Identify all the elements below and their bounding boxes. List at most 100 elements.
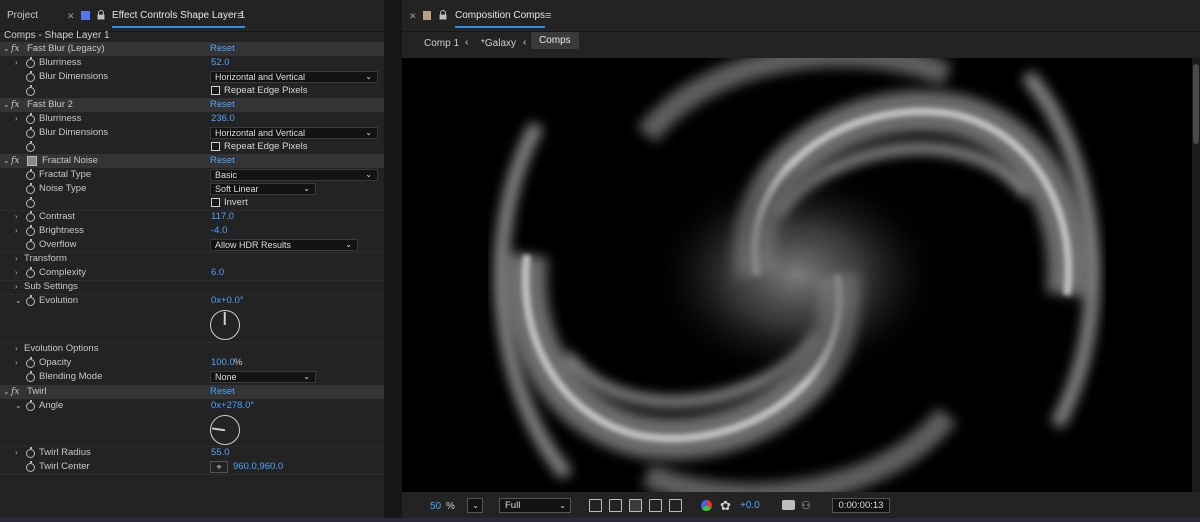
chevron-down-icon[interactable]: ⌄ — [15, 399, 22, 413]
contrast-value[interactable]: 117.0 — [211, 210, 234, 224]
blur-dimensions-select[interactable]: Horizontal and Vertical ⌄ — [210, 127, 378, 139]
lock-icon[interactable] — [439, 10, 447, 20]
lock-icon[interactable] — [97, 10, 105, 20]
chevron-right-icon[interactable]: › — [15, 112, 18, 126]
chevron-down-icon[interactable]: ⌄ — [3, 42, 10, 56]
repeat-edge-checkbox[interactable] — [211, 86, 220, 95]
stopwatch-icon[interactable] — [26, 400, 35, 411]
exposure-value[interactable]: +0.0 — [740, 500, 760, 511]
breadcrumb-item-active[interactable]: Comps — [531, 32, 579, 49]
effect-header-fast-blur-legacy[interactable]: ⌄ fx Fast Blur (Legacy) Reset — [0, 42, 384, 56]
property-group-row[interactable]: › Transform — [0, 252, 384, 266]
chevron-right-icon[interactable]: › — [15, 266, 18, 280]
stopwatch-icon[interactable] — [26, 357, 35, 368]
chevron-down-icon[interactable]: ⌄ — [3, 98, 10, 112]
chevron-right-icon[interactable]: › — [15, 252, 18, 266]
evolution-value[interactable]: 0x+0.0° — [211, 294, 244, 308]
stopwatch-icon[interactable] — [26, 169, 35, 180]
chevron-right-icon[interactable]: › — [15, 56, 18, 70]
exposure-icon[interactable]: ✿ — [720, 498, 731, 514]
comment-icon[interactable] — [669, 499, 682, 512]
stopwatch-icon[interactable] — [26, 183, 35, 194]
breadcrumb-item[interactable]: Comp 1 — [424, 38, 459, 49]
tab-effect-controls[interactable]: Effect Controls Shape Layer 1 — [112, 10, 246, 28]
panel-divider[interactable] — [384, 0, 402, 522]
guides-icon[interactable] — [649, 499, 662, 512]
twirl-center-value[interactable]: 960.0,960.0 — [233, 460, 283, 474]
fx-icon[interactable]: fx — [11, 154, 19, 168]
zoom-dropdown[interactable]: ⌄ — [467, 498, 483, 513]
fx-icon[interactable]: fx — [11, 98, 19, 112]
region-of-interest-icon[interactable] — [589, 499, 602, 512]
evolution-angle-dial[interactable] — [210, 310, 240, 340]
blurriness-value[interactable]: 52.0 — [211, 56, 230, 70]
blurriness-value[interactable]: 236.0 — [211, 112, 235, 126]
chevron-right-icon[interactable]: › — [15, 280, 18, 294]
chevron-right-icon[interactable]: › — [15, 356, 18, 370]
stopwatch-icon[interactable] — [26, 295, 35, 306]
viewer-scrollbar[interactable] — [1192, 58, 1200, 492]
angle-value[interactable]: 0x+278.0° — [211, 399, 254, 413]
complexity-value[interactable]: 6.0 — [211, 266, 224, 280]
property-group-row[interactable]: › Evolution Options — [0, 342, 384, 356]
transparency-grid-icon[interactable] — [609, 499, 622, 512]
chevron-right-icon[interactable]: › — [15, 224, 18, 238]
stopwatch-icon[interactable] — [26, 461, 35, 472]
panel-menu-icon[interactable]: ≡ — [545, 10, 551, 22]
tab-composition[interactable]: Composition Comps — [455, 10, 546, 28]
stopwatch-icon[interactable] — [26, 85, 35, 96]
blur-dimensions-select[interactable]: Horizontal and Vertical ⌄ — [210, 71, 378, 83]
stopwatch-icon[interactable] — [26, 141, 35, 152]
chevron-down-icon[interactable]: ⌄ — [3, 385, 10, 399]
reset-button[interactable]: Reset — [210, 42, 235, 56]
chevron-right-icon[interactable]: › — [15, 210, 18, 224]
zoom-value[interactable]: 50 — [430, 501, 441, 512]
close-icon[interactable]: ✕ — [409, 11, 417, 22]
reset-button[interactable]: Reset — [210, 154, 235, 168]
camera-icon[interactable] — [782, 500, 795, 510]
property-group-row[interactable]: › Sub Settings — [0, 280, 384, 294]
stopwatch-icon[interactable] — [26, 267, 35, 278]
noise-preset-icon[interactable] — [27, 156, 37, 166]
brightness-value[interactable]: -4.0 — [211, 224, 227, 238]
stopwatch-icon[interactable] — [26, 197, 35, 208]
stopwatch-icon[interactable] — [26, 239, 35, 250]
chevron-right-icon[interactable]: › — [15, 446, 18, 460]
chevron-down-icon[interactable]: ⌄ — [15, 294, 22, 308]
fractal-type-select[interactable]: Basic ⌄ — [210, 169, 378, 181]
twirl-radius-value[interactable]: 55.0 — [211, 446, 230, 460]
stopwatch-icon[interactable] — [26, 211, 35, 222]
composition-viewer[interactable] — [402, 58, 1200, 492]
mask-visibility-icon[interactable] — [629, 499, 642, 512]
opacity-value[interactable]: 100.0 — [211, 356, 235, 370]
color-channels-icon[interactable] — [701, 500, 712, 511]
breadcrumb-item[interactable]: *Galaxy — [481, 38, 516, 49]
stopwatch-icon[interactable] — [26, 371, 35, 382]
invert-checkbox[interactable] — [211, 198, 220, 207]
chevron-right-icon[interactable]: › — [15, 342, 18, 356]
reset-button[interactable]: Reset — [210, 385, 235, 399]
effect-header-fractal-noise[interactable]: ⌄ fx Fractal Noise Reset — [0, 154, 384, 168]
noise-type-select[interactable]: Soft Linear ⌄ — [210, 183, 316, 195]
effect-header-twirl[interactable]: ⌄ fx Twirl Reset — [0, 385, 384, 399]
effect-header-fast-blur-2[interactable]: ⌄ fx Fast Blur 2 Reset — [0, 98, 384, 112]
stopwatch-icon[interactable] — [26, 127, 35, 138]
close-icon[interactable]: ✕ — [67, 11, 75, 22]
panel-menu-icon[interactable]: ≡ — [237, 10, 243, 22]
chevron-down-icon[interactable]: ⌄ — [3, 154, 10, 168]
stopwatch-icon[interactable] — [26, 57, 35, 68]
twirl-angle-dial[interactable] — [210, 415, 240, 445]
stopwatch-icon[interactable] — [26, 71, 35, 82]
stopwatch-icon[interactable] — [26, 447, 35, 458]
tab-project[interactable]: Project — [7, 10, 38, 21]
stopwatch-icon[interactable] — [26, 225, 35, 236]
resolution-select[interactable]: Full ⌄ — [499, 498, 571, 513]
crosshair-icon[interactable]: ⌖ — [210, 461, 228, 473]
reset-button[interactable]: Reset — [210, 98, 235, 112]
fx-icon[interactable]: fx — [11, 42, 19, 56]
fx-icon[interactable]: fx — [11, 385, 19, 399]
show-snapshot-icon[interactable]: ⚇ — [801, 499, 811, 512]
timecode-field[interactable]: 0:00:00:13 — [832, 498, 890, 513]
repeat-edge-checkbox[interactable] — [211, 142, 220, 151]
overflow-select[interactable]: Allow HDR Results ⌄ — [210, 239, 358, 251]
